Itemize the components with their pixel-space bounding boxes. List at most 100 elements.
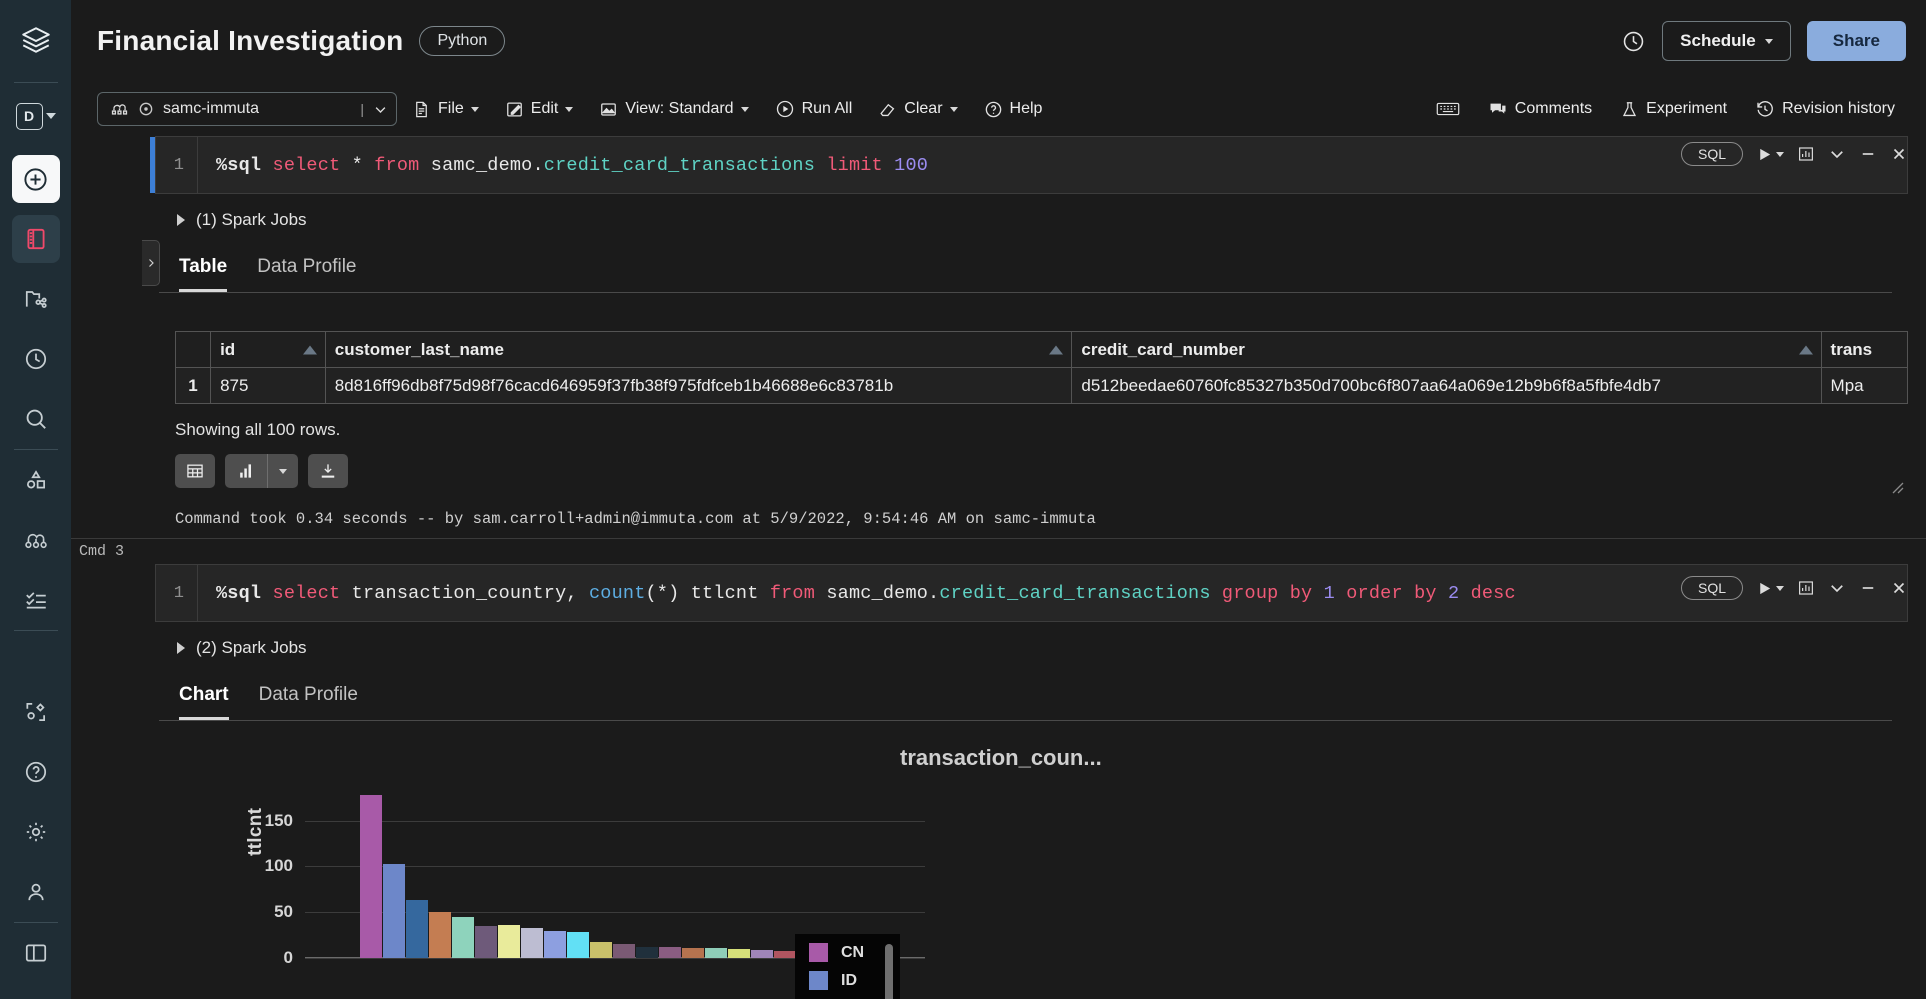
question-circle-icon: [984, 100, 1003, 119]
chart-bar[interactable]: [360, 795, 382, 958]
sidebar-item-workflows[interactable]: [12, 576, 60, 624]
keyboard-shortcuts-button[interactable]: [1425, 93, 1471, 125]
run-all-label: Run All: [802, 100, 853, 118]
revision-history-button[interactable]: Revision history: [1744, 93, 1906, 125]
chart-legend[interactable]: CNIDRUBRPHPL: [795, 934, 900, 999]
question-circle-icon: [23, 759, 49, 785]
chevron-down-icon[interactable]: [373, 102, 388, 117]
chart-bar[interactable]: [498, 925, 520, 958]
databricks-logo-icon[interactable]: [0, 0, 71, 82]
notebook-body[interactable]: SQL: [71, 136, 1926, 999]
workspace-switcher[interactable]: D: [0, 83, 71, 149]
chart-bar[interactable]: [452, 917, 474, 958]
run-cell-button[interactable]: [1756, 580, 1784, 597]
cell-delete-button[interactable]: [1890, 579, 1908, 597]
sidebar-item-data[interactable]: [12, 456, 60, 504]
chart-bar[interactable]: [544, 931, 566, 959]
chart-options-button[interactable]: [268, 469, 298, 474]
chart-bar[interactable]: [659, 947, 681, 958]
chart-bar[interactable]: [774, 951, 796, 958]
cell-2-spark-jobs[interactable]: (2) Spark Jobs: [155, 622, 1908, 666]
chart-bar[interactable]: [636, 947, 658, 958]
chart-bar[interactable]: [567, 932, 589, 958]
menu-clear[interactable]: Clear: [867, 94, 968, 125]
sidebar-item-toggle-sidebar[interactable]: [12, 929, 60, 977]
chart-bar[interactable]: [613, 944, 635, 958]
chart-bar[interactable]: [429, 912, 451, 958]
cell-2-code[interactable]: %sql select transaction_country, count(*…: [198, 583, 1516, 604]
chart-bar[interactable]: [728, 949, 750, 958]
menu-file[interactable]: File: [401, 94, 490, 125]
expand-panel-handle[interactable]: [142, 240, 160, 286]
result-table-scroll[interactable]: id customer_last_name credit_card_number: [175, 331, 1908, 404]
schedule-button[interactable]: Schedule: [1662, 21, 1791, 61]
share-button[interactable]: Share: [1807, 21, 1906, 61]
run-cell-button[interactable]: [1756, 146, 1784, 163]
sidebar-item-search[interactable]: [12, 395, 60, 443]
cell-collapse-button[interactable]: [1828, 579, 1846, 597]
sidebar-item-workspace[interactable]: [12, 215, 60, 263]
menu-clear-label: Clear: [904, 100, 942, 118]
table-row[interactable]: 1 875 8d816ff96db8f75d98f76cacd646959f37…: [176, 368, 1908, 404]
tab-chart[interactable]: Chart: [179, 684, 229, 720]
sidebar-item-settings[interactable]: [12, 808, 60, 856]
search-icon: [23, 406, 49, 432]
code-token: *: [352, 155, 375, 176]
chart-bar[interactable]: [590, 942, 612, 958]
sidebar-item-recents[interactable]: [12, 335, 60, 383]
chart-bar[interactable]: [406, 900, 428, 958]
chart-bar[interactable]: [751, 950, 773, 958]
comments-button[interactable]: Comments: [1477, 93, 1603, 125]
experiment-label: Experiment: [1646, 100, 1727, 118]
cell-1-code[interactable]: %sql select * from samc_demo.credit_card…: [198, 155, 928, 176]
table-col-transaction[interactable]: trans: [1821, 332, 1907, 368]
notebook-cell-1: SQL: [71, 136, 1926, 528]
tab-data-profile[interactable]: Data Profile: [259, 684, 358, 720]
chart-view-button[interactable]: [225, 461, 267, 481]
result-resize-grip[interactable]: [1888, 478, 1904, 494]
cell-1-spark-jobs[interactable]: (1) Spark Jobs: [155, 194, 1908, 238]
tab-data-profile[interactable]: Data Profile: [257, 256, 356, 292]
bar-chart[interactable]: transaction_coun... ttlcnt 050100150: [155, 731, 1908, 999]
experiment-button[interactable]: Experiment: [1609, 94, 1738, 125]
menu-edit[interactable]: Edit: [494, 94, 585, 125]
person-icon: [23, 879, 49, 905]
chart-plot-area: 050100150: [305, 793, 825, 958]
cluster-selector[interactable]: samc-immuta |: [97, 92, 397, 126]
cell-minimize-button[interactable]: [1859, 145, 1877, 163]
chart-bar[interactable]: [521, 928, 543, 958]
menu-view-label: View: Standard: [625, 100, 733, 118]
cell-dashboard-button[interactable]: [1797, 579, 1815, 597]
legend-scrollbar[interactable]: [885, 944, 893, 999]
tab-table[interactable]: Table: [179, 256, 227, 292]
cell-dashboard-button[interactable]: [1797, 145, 1815, 163]
table-col-customer-last-name[interactable]: customer_last_name: [325, 332, 1072, 368]
sidebar-item-machine-learning[interactable]: [12, 688, 60, 736]
cell-language-badge[interactable]: SQL: [1681, 576, 1743, 600]
download-button[interactable]: [308, 454, 348, 488]
sidebar-item-help[interactable]: [12, 748, 60, 796]
table-col-credit-card-number[interactable]: credit_card_number: [1072, 332, 1821, 368]
cell-language-badge[interactable]: SQL: [1681, 142, 1743, 166]
cell-delete-button[interactable]: [1890, 145, 1908, 163]
chart-bar[interactable]: [383, 864, 405, 958]
clock-history-icon[interactable]: [1621, 29, 1646, 54]
notebook-language-badge[interactable]: Python: [419, 26, 505, 56]
menu-view[interactable]: View: Standard: [588, 94, 759, 125]
table-view-button[interactable]: [175, 454, 215, 488]
help-button[interactable]: Help: [973, 94, 1054, 125]
cell-2-editor[interactable]: 1 %sql select transaction_country, count…: [155, 564, 1908, 622]
sidebar-item-account[interactable]: [12, 868, 60, 916]
cell-collapse-button[interactable]: [1828, 145, 1846, 163]
run-all-button[interactable]: Run All: [764, 93, 864, 125]
sidebar-item-new[interactable]: [12, 155, 60, 203]
table-col-id[interactable]: id: [211, 332, 326, 368]
chart-bar[interactable]: [475, 926, 497, 958]
toolbar-right-actions: Comments Experiment: [1425, 93, 1906, 125]
cell-1-editor[interactable]: 1 %sql select * from samc_demo.credit_ca…: [155, 136, 1908, 194]
chart-bar[interactable]: [682, 948, 704, 958]
sidebar-item-repos[interactable]: [12, 275, 60, 323]
sidebar-item-compute[interactable]: [12, 516, 60, 564]
cell-minimize-button[interactable]: [1859, 579, 1877, 597]
chart-bar[interactable]: [705, 948, 727, 958]
